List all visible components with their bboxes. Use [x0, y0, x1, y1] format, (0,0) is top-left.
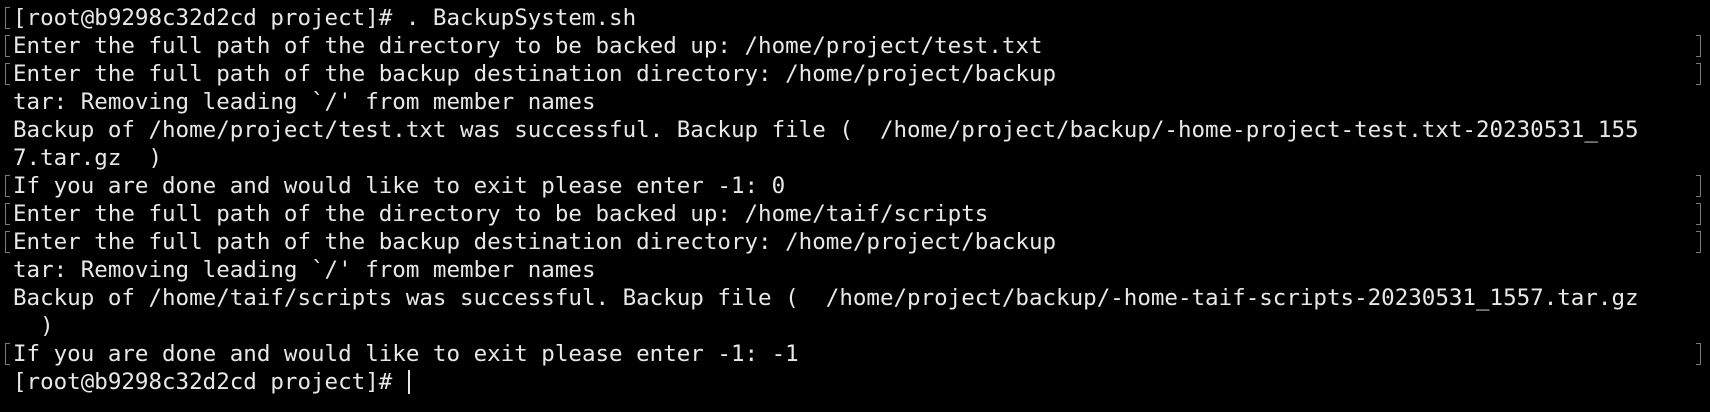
terminal-line: Backup of /home/taif/scripts was success… — [0, 284, 1710, 312]
prompt-text: [root@b9298c32d2cd project]# — [13, 369, 406, 395]
line-text: Enter the full path of the directory to … — [13, 33, 1043, 59]
line-text: ) — [13, 313, 54, 339]
line-text: 7.tar.gz ) — [13, 145, 163, 171]
terminal-line: tar: Removing leading `/' from member na… — [0, 256, 1710, 284]
line-text: [root@b9298c32d2cd project]# . BackupSys… — [13, 5, 637, 31]
line-bracket-left — [5, 7, 10, 29]
line-bracket-right — [1696, 63, 1701, 85]
terminal-line: 7.tar.gz ) — [0, 144, 1710, 172]
terminal-line: ) — [0, 312, 1710, 340]
line-text: If you are done and would like to exit p… — [13, 173, 786, 199]
line-bracket-left — [5, 175, 10, 197]
terminal-line: If you are done and would like to exit p… — [0, 340, 1710, 368]
text-cursor[interactable] — [407, 370, 410, 394]
terminal-window[interactable]: [root@b9298c32d2cd project]# . BackupSys… — [0, 0, 1710, 412]
line-bracket-left — [5, 63, 10, 85]
line-bracket-right — [1696, 231, 1701, 253]
terminal-prompt-line[interactable]: [root@b9298c32d2cd project]# — [0, 368, 1710, 396]
line-text: tar: Removing leading `/' from member na… — [13, 257, 596, 283]
line-bracket-right — [1696, 35, 1701, 57]
line-bracket-left — [5, 343, 10, 365]
terminal-line: If you are done and would like to exit p… — [0, 172, 1710, 200]
line-text: Enter the full path of the directory to … — [13, 201, 989, 227]
terminal-line: tar: Removing leading `/' from member na… — [0, 88, 1710, 116]
terminal-line: Enter the full path of the backup destin… — [0, 228, 1710, 256]
terminal-line: Enter the full path of the directory to … — [0, 200, 1710, 228]
line-text: Enter the full path of the backup destin… — [13, 61, 1057, 87]
line-bracket-right — [1696, 203, 1701, 225]
line-text: tar: Removing leading `/' from member na… — [13, 89, 596, 115]
terminal-line: [root@b9298c32d2cd project]# . BackupSys… — [0, 4, 1710, 32]
line-text: If you are done and would like to exit p… — [13, 341, 799, 367]
terminal-line: Backup of /home/project/test.txt was suc… — [0, 116, 1710, 144]
terminal-line: Enter the full path of the directory to … — [0, 32, 1710, 60]
line-bracket-right — [1696, 343, 1701, 365]
line-text: Enter the full path of the backup destin… — [13, 229, 1057, 255]
line-text: Backup of /home/taif/scripts was success… — [13, 285, 1639, 311]
line-bracket-left — [5, 231, 10, 253]
line-bracket-left — [5, 203, 10, 225]
line-bracket-right — [1696, 175, 1701, 197]
line-bracket-left — [5, 35, 10, 57]
terminal-line: Enter the full path of the backup destin… — [0, 60, 1710, 88]
line-text: Backup of /home/project/test.txt was suc… — [13, 117, 1639, 143]
